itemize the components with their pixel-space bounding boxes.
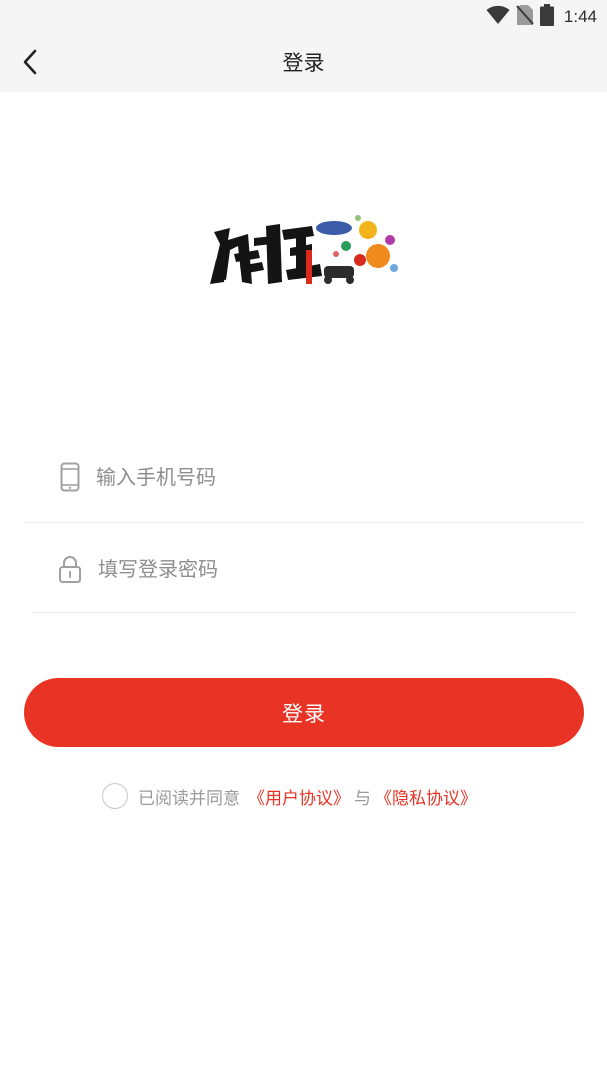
page-title: 登录 [282,51,325,75]
password-field-row [32,524,576,613]
phone-input[interactable] [96,458,556,496]
user-agreement-link[interactable]: 《用户协议》 [248,784,350,809]
agree-checkbox[interactable] [102,783,128,809]
status-icons: 1:44 [486,4,597,30]
status-bar: 1:44 [0,0,607,34]
no-sim-icon [516,4,534,30]
app-logo: 疯狂 [208,210,400,300]
password-input[interactable] [98,550,558,588]
back-button[interactable] [14,48,46,80]
phone-icon [58,462,82,492]
header: 登录 [0,34,607,92]
agree-prefix: 已阅读并同意 [138,788,240,809]
battery-icon [539,4,554,30]
lock-icon [58,554,82,584]
status-time: 1:44 [563,7,597,26]
wifi-icon [486,5,510,29]
phone-field-row [24,434,584,523]
privacy-policy-link[interactable]: 《隐私协议》 [375,784,477,809]
agree-and: 与 [354,788,371,809]
agreement-row: 已阅读并同意 《用户协议》 与 《隐私协议》 [102,780,477,812]
chevron-left-icon [21,48,39,80]
login-button[interactable]: 登录 [24,678,584,747]
